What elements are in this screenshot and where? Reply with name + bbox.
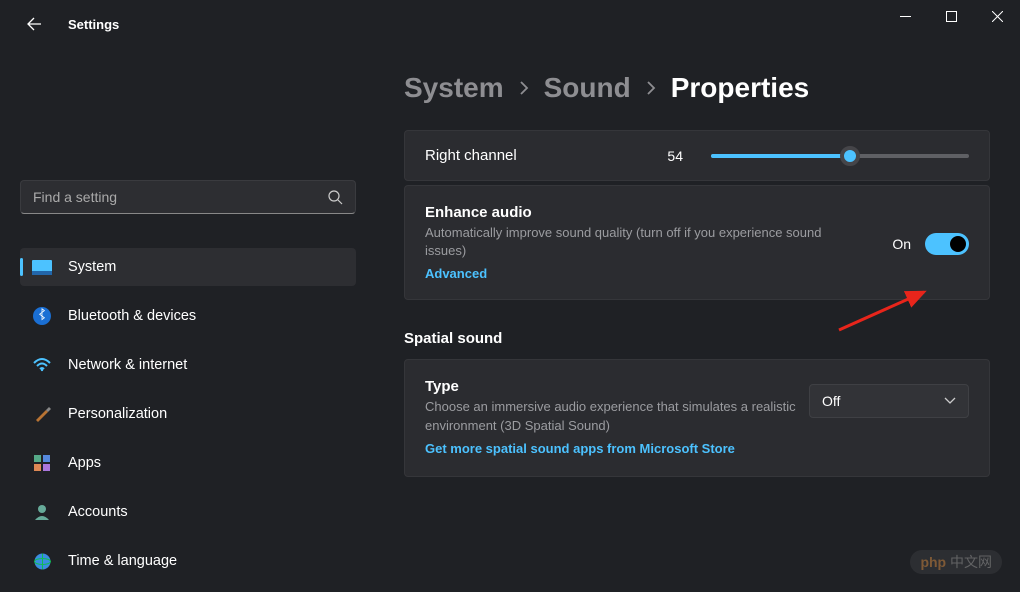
nav-item-apps[interactable]: Apps (20, 444, 356, 482)
search-input[interactable] (33, 189, 328, 205)
search-icon (328, 190, 343, 205)
slider-fill (711, 154, 850, 158)
sidebar-nav: System Bluetooth & devices Network & int… (20, 248, 356, 591)
nav-item-accounts[interactable]: Accounts (20, 493, 356, 531)
store-link[interactable]: Get more spatial sound apps from Microso… (425, 441, 735, 456)
chevron-right-icon (518, 81, 530, 95)
search-box[interactable] (20, 180, 356, 214)
right-channel-card: Right channel 54 (404, 130, 990, 181)
maximize-icon (946, 11, 957, 22)
advanced-link[interactable]: Advanced (425, 266, 487, 281)
breadcrumb-current: Properties (671, 72, 810, 104)
spatial-title: Type (425, 378, 809, 395)
right-channel-label: Right channel (425, 147, 517, 164)
minimize-button[interactable] (882, 0, 928, 32)
nav-item-personalization[interactable]: Personalization (20, 395, 356, 433)
brush-icon (32, 404, 52, 424)
enhance-toggle[interactable] (925, 233, 969, 255)
nav-label: Apps (68, 455, 101, 471)
spatial-type-dropdown[interactable]: Off (809, 384, 969, 418)
nav-label: Time & language (68, 553, 177, 569)
nav-item-network[interactable]: Network & internet (20, 346, 356, 384)
slider-thumb[interactable] (840, 146, 860, 166)
bluetooth-icon (32, 306, 52, 326)
minimize-icon (900, 11, 911, 22)
nav-item-bluetooth[interactable]: Bluetooth & devices (20, 297, 356, 335)
monitor-icon (32, 257, 52, 277)
chevron-down-icon (944, 397, 956, 405)
nav-label: Bluetooth & devices (68, 308, 196, 324)
nav-label: Network & internet (68, 357, 187, 373)
app-title: Settings (68, 17, 119, 32)
breadcrumb-sound[interactable]: Sound (544, 72, 631, 104)
nav-item-system[interactable]: System (20, 248, 356, 286)
apps-icon (32, 453, 52, 473)
toggle-state-label: On (892, 236, 911, 252)
volume-slider[interactable] (711, 154, 969, 158)
nav-label: Accounts (68, 504, 128, 520)
enhance-desc: Automatically improve sound quality (tur… (425, 224, 825, 260)
enhance-title: Enhance audio (425, 204, 892, 221)
breadcrumb-system[interactable]: System (404, 72, 504, 104)
chevron-right-icon (645, 81, 657, 95)
dropdown-value: Off (822, 393, 944, 409)
toggle-knob (950, 236, 966, 252)
nav-label: System (68, 259, 116, 275)
close-icon (992, 11, 1003, 22)
spatial-sound-card: Type Choose an immersive audio experienc… (404, 359, 990, 476)
back-button[interactable] (14, 4, 54, 44)
arrow-left-icon (26, 16, 42, 32)
person-icon (32, 502, 52, 522)
slider-value: 54 (667, 148, 683, 164)
spatial-sound-header: Spatial sound (404, 330, 990, 347)
watermark: php 中文网 (910, 550, 1002, 574)
nav-item-time-language[interactable]: Time & language (20, 542, 356, 580)
close-button[interactable] (974, 0, 1020, 32)
globe-icon (32, 551, 52, 571)
enhance-audio-card: Enhance audio Automatically improve soun… (404, 185, 990, 300)
maximize-button[interactable] (928, 0, 974, 32)
wifi-icon (32, 355, 52, 375)
nav-label: Personalization (68, 406, 167, 422)
breadcrumb: System Sound Properties (404, 72, 990, 104)
spatial-desc: Choose an immersive audio experience tha… (425, 398, 809, 434)
